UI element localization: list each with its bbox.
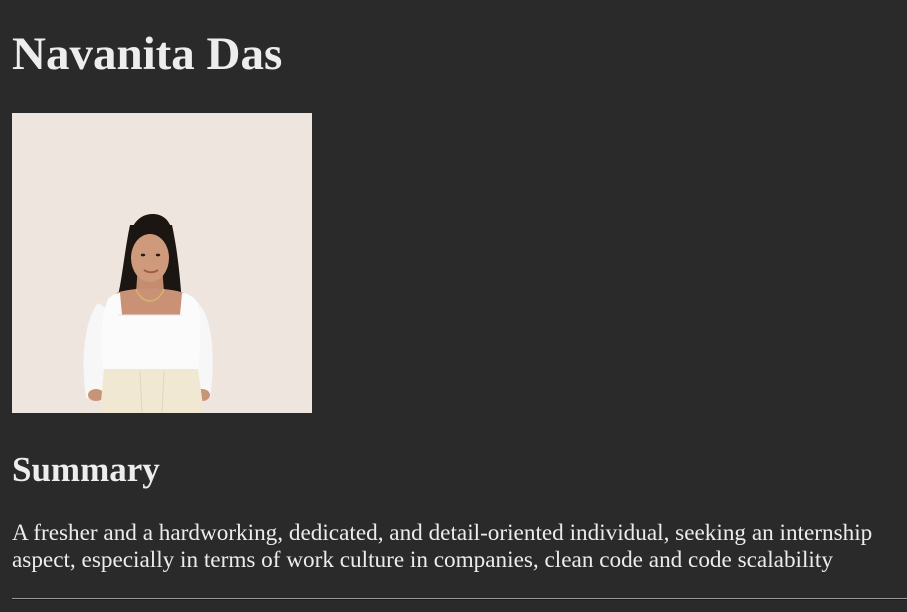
- profile-photo-illustration: [12, 113, 312, 413]
- summary-line: A fresher and a hardworking, dedicated, …: [12, 520, 873, 546]
- page-title: Navanita Das: [12, 28, 283, 80]
- horizontal-divider: [12, 598, 907, 600]
- profile-photo: [12, 113, 312, 413]
- summary-heading: Summary: [12, 450, 160, 489]
- resume-page: Navanita Das Summary A fresher and a har…: [0, 0, 907, 612]
- summary-text: A fresher and a hardworking, dedicated, …: [12, 520, 907, 574]
- summary-line: aspect, especially in terms of work cult…: [12, 547, 833, 573]
